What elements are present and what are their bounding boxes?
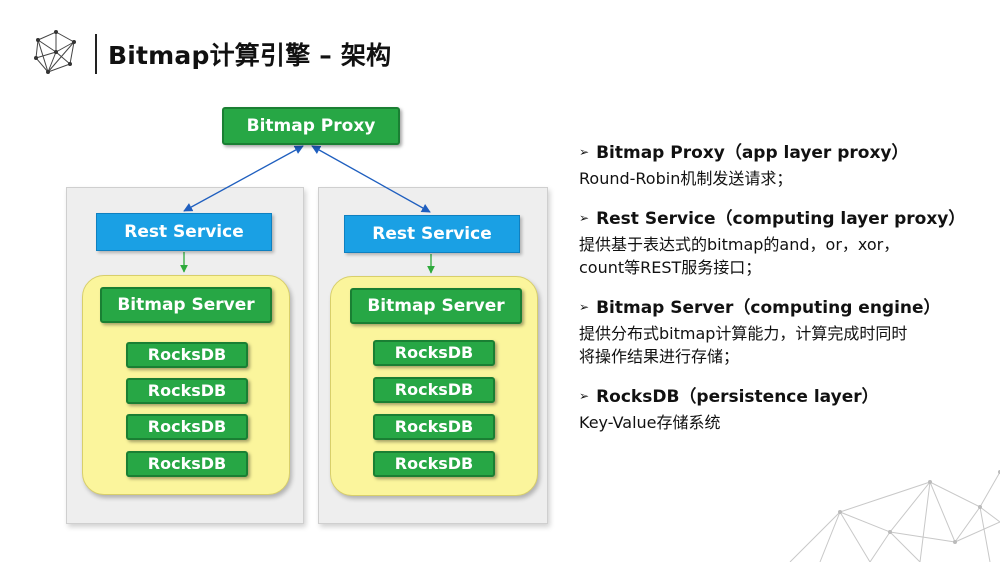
description-heading: Bitmap Proxy（app layer proxy）: [596, 143, 909, 163]
description-item: ➢ Bitmap Server（computing engine） 提供分布式bi…: [579, 296, 989, 368]
rocksdb-node: RocksDB: [126, 451, 248, 477]
description-heading: Bitmap Server（computing engine）: [596, 298, 941, 318]
description-heading: RocksDB（persistence layer）: [596, 387, 879, 407]
decorative-network-pattern: [789, 470, 1000, 562]
proxy-to-right-service-arrow: [311, 145, 431, 213]
rocksdb-node: RocksDB: [126, 378, 248, 404]
description-text: 将操作结果进行存储；: [579, 347, 740, 366]
proxy-to-left-service-arrow: [183, 145, 304, 212]
rocksdb-node: RocksDB: [126, 342, 248, 368]
triangle-bullet-icon: ➢: [579, 300, 590, 314]
bitmap-server-node: Bitmap Server: [350, 288, 522, 324]
description-text: 提供分布式bitmap计算能力，计算完成时同时: [579, 324, 908, 343]
description-heading: Rest Service（computing layer proxy）: [596, 209, 966, 229]
description-text: count等REST服务接口；: [579, 258, 762, 277]
description-text: Round-Robin机制发送请求；: [579, 169, 793, 188]
rocksdb-node: RocksDB: [373, 414, 495, 440]
description-text: 提供基于表达式的bitmap的and，or，xor，: [579, 235, 900, 254]
rocksdb-node: RocksDB: [373, 451, 495, 477]
description-item: ➢ Rest Service（computing layer proxy） 提供基…: [579, 207, 989, 279]
rocksdb-node: RocksDB: [126, 414, 248, 440]
bitmap-server-node: Bitmap Server: [100, 287, 272, 323]
rocksdb-node: RocksDB: [373, 340, 495, 366]
description-list: ➢ Bitmap Proxy（app layer proxy） Round-Rob…: [579, 141, 989, 451]
rocksdb-node: RocksDB: [373, 377, 495, 403]
triangle-bullet-icon: ➢: [579, 211, 590, 225]
triangle-bullet-icon: ➢: [579, 145, 590, 159]
bitmap-proxy-node: Bitmap Proxy: [222, 107, 400, 145]
rest-service-node: Rest Service: [344, 215, 520, 253]
rest-service-node: Rest Service: [96, 213, 272, 251]
description-item: ➢ Bitmap Proxy（app layer proxy） Round-Rob…: [579, 141, 989, 190]
description-item: ➢ RocksDB（persistence layer） Key-Value存储系…: [579, 385, 989, 434]
triangle-bullet-icon: ➢: [579, 389, 590, 403]
description-text: Key-Value存储系统: [579, 413, 721, 432]
